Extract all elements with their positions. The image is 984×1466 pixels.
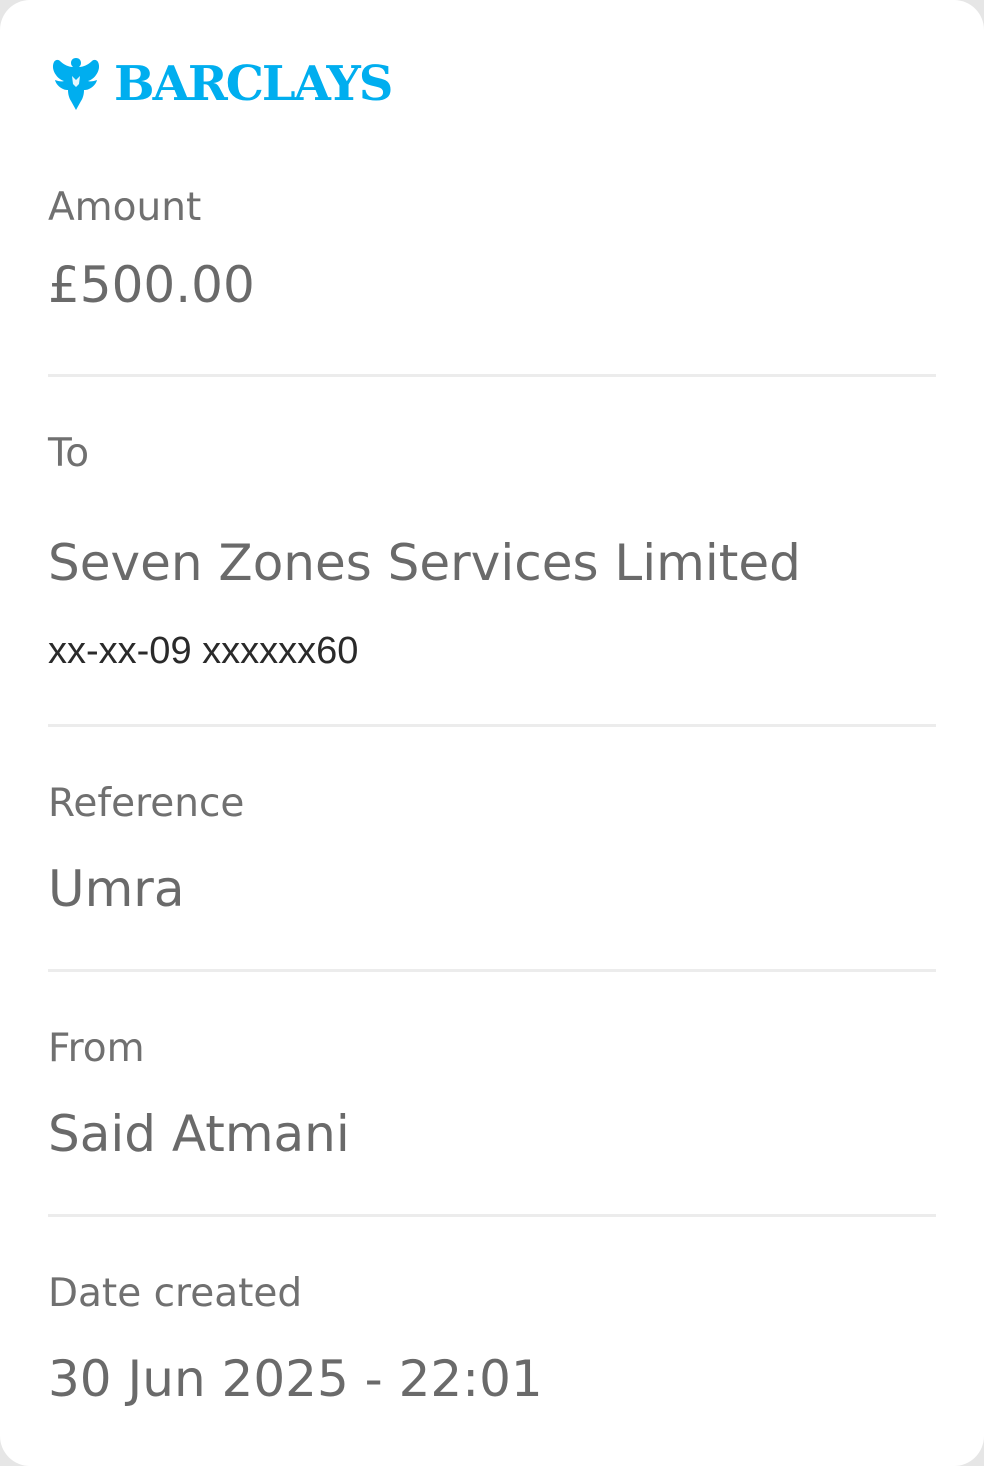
date-label: Date created: [48, 1271, 303, 1316]
recipient-name: Seven Zones Services Limited: [48, 534, 801, 592]
eagle-icon: [52, 58, 100, 110]
divider: [48, 1214, 936, 1217]
date-section: Date created 30 Jun 2025 - 22:01: [48, 1274, 936, 1414]
sender-label: From: [48, 1026, 145, 1071]
reference-section: Reference Umra: [48, 784, 936, 924]
amount-section: Amount £500.00: [48, 188, 936, 328]
reference-label: Reference: [48, 781, 245, 826]
divider: [48, 374, 936, 377]
recipient-account: xx-xx-09 xxxxxx60: [48, 630, 359, 672]
recipient-section: To Seven Zones Services Limited xx-xx-09…: [48, 434, 936, 674]
recipient-label: To: [48, 431, 90, 476]
divider: [48, 969, 936, 972]
reference-value: Umra: [48, 860, 185, 918]
amount-label: Amount: [48, 185, 202, 230]
date-value: 30 Jun 2025 - 22:01: [48, 1350, 543, 1408]
payment-details-card: BARCLAYS Amount £500.00 To Seven Zones S…: [0, 0, 984, 1466]
amount-value: £500.00: [48, 256, 255, 314]
divider: [48, 724, 936, 727]
sender-value: Said Atmani: [48, 1105, 350, 1163]
brand-name: BARCLAYS: [114, 56, 393, 112]
brand-header: BARCLAYS: [48, 52, 393, 116]
sender-section: From Said Atmani: [48, 1029, 936, 1169]
